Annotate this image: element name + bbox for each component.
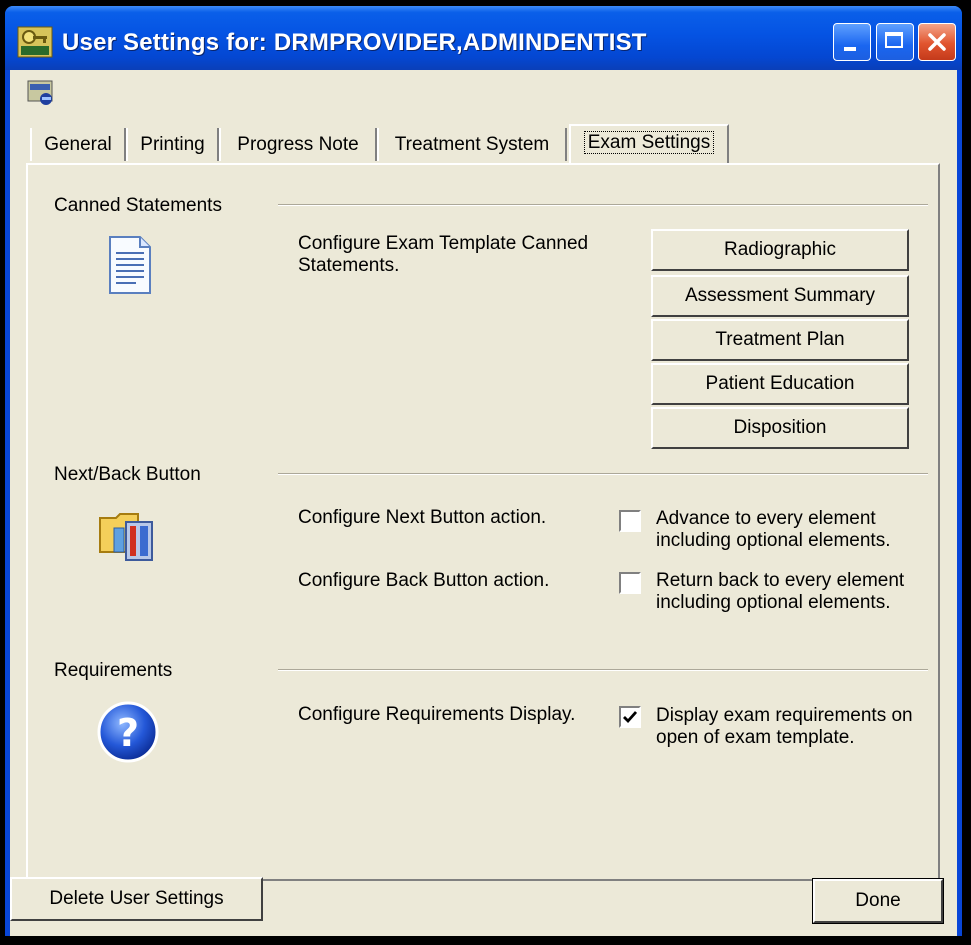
keys-icon <box>17 26 53 58</box>
close-button[interactable] <box>918 23 956 61</box>
tab-treatment-system[interactable]: Treatment System <box>377 128 567 161</box>
next-button-label: Configure Next Button action. <box>298 507 547 528</box>
disposition-button[interactable]: Disposition <box>651 407 909 449</box>
svg-text:?: ? <box>117 711 139 755</box>
requirements-option: Display exam requirements on open of exa… <box>656 705 913 748</box>
minimize-button[interactable] <box>833 23 871 61</box>
tab-printing[interactable]: Printing <box>126 128 219 161</box>
help-icon: ? <box>97 701 159 763</box>
requirements-label: Configure Requirements Display. <box>298 704 576 725</box>
dialog-client: General Printing Progress Note Treatment… <box>10 70 957 936</box>
folder-tools-icon <box>99 513 153 561</box>
radiographic-button[interactable]: Radiographic <box>651 229 909 271</box>
canned-description: Configure Exam Template Canned Statement… <box>298 233 589 276</box>
title-bar[interactable]: User Settings for: DRMPROVIDER,ADMINDENT… <box>5 6 962 70</box>
back-button-label: Configure Back Button action. <box>298 570 550 591</box>
requirements-checkbox[interactable] <box>619 706 641 728</box>
done-button[interactable]: Done <box>812 878 944 924</box>
close-icon <box>928 33 946 51</box>
tab-exam-settings[interactable]: Exam Settings <box>569 124 729 163</box>
user-settings-window: User Settings for: DRMPROVIDER,ADMINDENT… <box>0 0 967 941</box>
next-back-separator <box>278 473 928 475</box>
tab-progress-note[interactable]: Progress Note <box>219 128 377 161</box>
settings-icon[interactable] <box>26 78 56 108</box>
back-button-checkbox[interactable] <box>619 572 641 594</box>
assessment-summary-button[interactable]: Assessment Summary <box>651 275 909 317</box>
maximize-button[interactable] <box>876 23 914 61</box>
next-button-option: Advance to every element including optio… <box>656 508 891 551</box>
requirements-heading: Requirements <box>54 660 173 681</box>
canned-separator <box>278 204 928 206</box>
window-title: User Settings for: DRMPROVIDER,ADMINDENT… <box>62 29 647 56</box>
checkmark-icon <box>623 711 638 724</box>
patient-education-button[interactable]: Patient Education <box>651 363 909 405</box>
next-back-heading: Next/Back Button <box>54 464 201 485</box>
treatment-plan-button[interactable]: Treatment Plan <box>651 319 909 361</box>
next-button-checkbox[interactable] <box>619 510 641 532</box>
back-button-option: Return back to every element including o… <box>656 570 905 613</box>
requirements-separator <box>278 669 928 671</box>
canned-statements-heading: Canned Statements <box>54 195 222 216</box>
delete-user-settings-button[interactable]: Delete User Settings <box>10 877 263 921</box>
document-icon <box>109 236 151 294</box>
tab-general[interactable]: General <box>30 128 126 161</box>
